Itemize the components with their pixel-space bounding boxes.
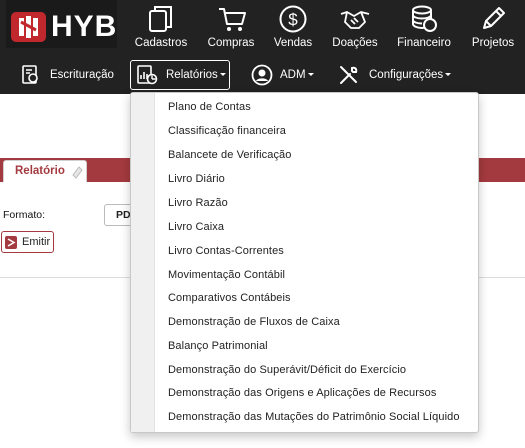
coins-icon — [412, 5, 437, 32]
nav-projetos-label: Projetos — [471, 37, 515, 49]
menu-item-movimentacao-contabil[interactable]: Movimentação Contábil — [168, 269, 285, 281]
eraser-icon — [72, 166, 83, 179]
subnav-escrituracao-label: Escrituração — [50, 69, 114, 81]
menu-item-mutacoes-patrimonio[interactable]: Demonstração das Mutações do Patrimônio … — [168, 411, 460, 423]
subnav-configuracoes-label: Configurações — [369, 69, 452, 81]
nav-projetos[interactable]: Projetos — [468, 0, 518, 56]
menu-item-livro-contas-correntes[interactable]: Livro Contas-Correntes — [168, 245, 284, 257]
nav-compras[interactable]: Compras — [203, 0, 259, 56]
format-label: Formato: — [3, 209, 46, 221]
nav-cadastros[interactable]: Cadastros — [133, 0, 189, 56]
copy-icon — [149, 6, 172, 32]
nav-financeiro-label: Financeiro — [397, 37, 451, 49]
subnav-relatorios-active-outline — [130, 60, 230, 90]
subnav-adm-label: ADM — [280, 69, 314, 81]
top-navbar: HYB Cadastros Compras $ Vendas Doações F… — [0, 0, 525, 56]
subnav-configuracoes[interactable]: Configurações — [336, 56, 456, 94]
tab-relatorio[interactable]: Relatório — [3, 160, 87, 182]
subnav-escrituracao[interactable]: Escrituração — [18, 56, 118, 94]
menu-item-balanco-patrimonial[interactable]: Balanço Patrimonial — [168, 340, 268, 352]
user-circle-icon — [251, 64, 273, 86]
nav-doacoes[interactable]: Doações — [330, 0, 380, 56]
pencil-icon — [483, 7, 505, 29]
cart-icon — [219, 8, 246, 31]
emit-button[interactable]: Emitir — [1, 231, 54, 253]
dollar-icon: $ — [279, 5, 307, 33]
subnav-adm[interactable]: ADM — [249, 56, 319, 94]
menu-item-classificacao-financeira[interactable]: Classificação financeira — [168, 125, 286, 137]
nav-cadastros-label: Cadastros — [134, 37, 188, 49]
menu-item-livro-caixa[interactable]: Livro Caixa — [168, 221, 224, 233]
ledger-icon — [22, 65, 38, 84]
menu-item-balancete-de-verificacao[interactable]: Balancete de Verificação — [168, 149, 291, 161]
brand-name: HYB — [51, 10, 118, 43]
sub-navbar: Escrituração Relatórios ADM Configuraçõe… — [0, 56, 525, 94]
nav-doacoes-label: Doações — [332, 37, 378, 49]
dropdown-rail — [131, 93, 155, 432]
nav-vendas-label: Vendas — [273, 37, 313, 49]
tools-icon — [340, 66, 358, 84]
menu-item-livro-razao[interactable]: Livro Razão — [168, 197, 228, 209]
nav-financeiro[interactable]: Financeiro — [394, 0, 454, 56]
pdf-icon — [5, 236, 17, 249]
menu-item-superavit-deficit[interactable]: Demonstração do Superávit/Déficit do Exe… — [168, 364, 406, 376]
menu-item-comparativos-contabeis[interactable]: Comparativos Contábeis — [168, 292, 291, 304]
relatorios-dropdown-menu: Plano de Contas Classificação financeira… — [130, 92, 479, 433]
handshake-icon — [340, 11, 370, 29]
menu-item-livro-diario[interactable]: Livro Diário — [168, 173, 225, 185]
emit-button-label: Emitir — [22, 236, 51, 248]
brand-logo[interactable]: HYB — [6, 0, 117, 48]
nav-compras-label: Compras — [207, 37, 255, 49]
menu-item-plano-de-contas[interactable]: Plano de Contas — [168, 101, 251, 113]
menu-item-fluxos-de-caixa[interactable]: Demonstração de Fluxos de Caixa — [168, 316, 340, 328]
menu-item-origens-aplicacoes[interactable]: Demonstração das Origens e Aplicações de… — [168, 387, 436, 399]
logo-icon — [11, 12, 46, 42]
tab-relatorio-label: Relatório — [15, 165, 65, 177]
svg-text:$: $ — [288, 10, 298, 29]
nav-vendas[interactable]: $ Vendas — [266, 0, 320, 56]
